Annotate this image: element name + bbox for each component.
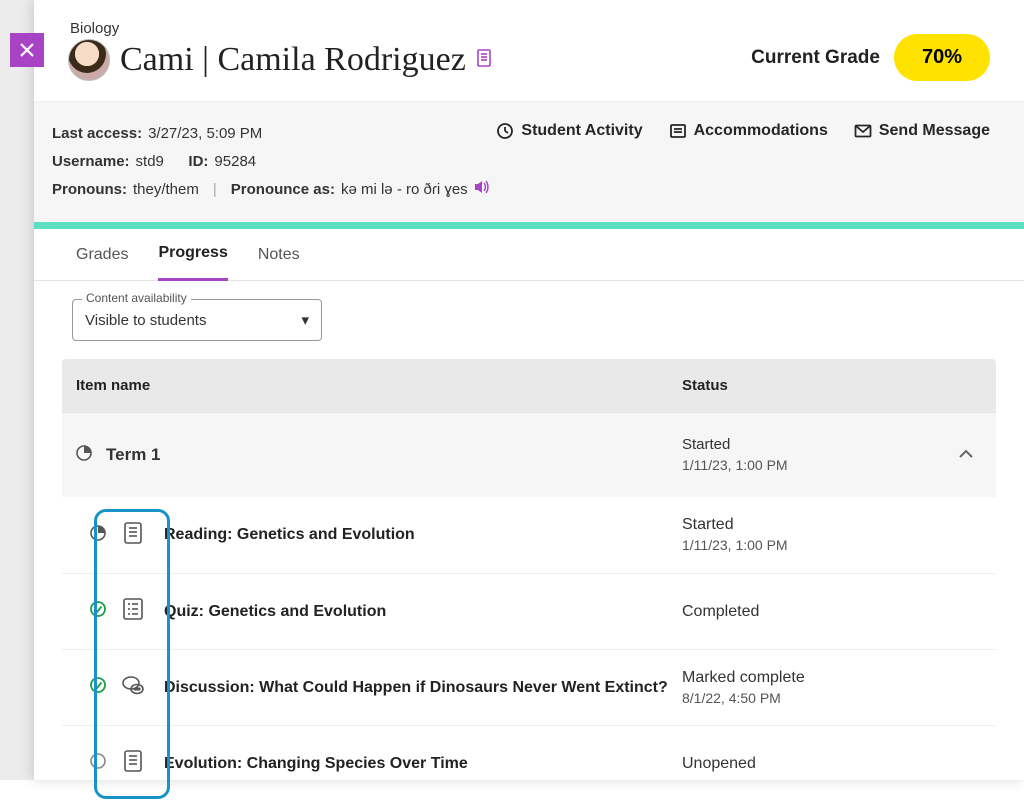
id-label: ID:: [188, 148, 208, 176]
list-item[interactable]: Evolution: Changing Species Over TimeUno…: [62, 725, 996, 801]
grade-value: 70%: [894, 34, 990, 81]
pronounce-label: Pronounce as:: [231, 176, 335, 204]
term-title: Term 1: [106, 445, 682, 465]
list-icon: [669, 122, 687, 140]
item-name: Reading: Genetics and Evolution: [158, 526, 682, 544]
close-button[interactable]: [10, 33, 44, 67]
id-value: 95284: [214, 148, 256, 176]
filter-value: Visible to students: [85, 312, 206, 329]
item-status: Started: [682, 515, 982, 535]
student-activity-label: Student Activity: [521, 122, 642, 140]
pronounce-value: kə mi lə - ro ðɾi ɣes: [341, 176, 468, 204]
document-icon: [120, 520, 146, 551]
document-icon: [120, 748, 146, 779]
send-message-label: Send Message: [879, 122, 990, 140]
term-row[interactable]: Term 1 Started 1/11/23, 1:00 PM: [62, 412, 996, 497]
course-label: Biology: [68, 20, 492, 37]
collapse-toggle[interactable]: [950, 446, 982, 464]
meta-band: Last access: 3/27/23, 5:09 PM Username: …: [34, 101, 1024, 222]
last-access-label: Last access:: [52, 120, 142, 148]
tab-progress[interactable]: Progress: [158, 229, 227, 281]
bookmark-icon: [476, 48, 492, 73]
avatar: [68, 39, 110, 81]
caret-down-icon: ▾: [301, 311, 309, 329]
item-name: Quiz: Genetics and Evolution: [158, 603, 682, 621]
list-item[interactable]: Quiz: Genetics and EvolutionCompleted: [62, 573, 996, 649]
item-name: Discussion: What Could Happen if Dinosau…: [158, 679, 682, 697]
mail-icon: [854, 124, 872, 138]
col-item-name: Item name: [76, 377, 682, 394]
content-availability-select[interactable]: Visible to students ▾: [72, 299, 322, 341]
progress-started-icon: [90, 525, 106, 546]
item-status: Unopened: [682, 754, 982, 774]
username-value: std9: [136, 148, 164, 176]
list-item[interactable]: Reading: Genetics and EvolutionStarted1/…: [62, 497, 996, 573]
pronouns-value: they/them: [133, 176, 199, 204]
student-activity-link[interactable]: Student Activity: [496, 122, 642, 140]
item-status: Marked complete: [682, 668, 982, 688]
clock-icon: [496, 122, 514, 140]
username-label: Username:: [52, 148, 130, 176]
progress-started-icon: [76, 445, 94, 466]
tab-notes[interactable]: Notes: [258, 229, 300, 281]
student-name: Cami | Camila Rodriguez: [120, 41, 466, 79]
item-status-sub: 1/11/23, 1:00 PM: [682, 535, 982, 555]
progress-complete-icon: [90, 601, 106, 622]
term-status-sub: 1/11/23, 1:00 PM: [682, 455, 950, 475]
last-access-value: 3/27/23, 5:09 PM: [148, 120, 262, 148]
accommodations-label: Accommodations: [694, 122, 828, 140]
close-icon: [18, 41, 36, 59]
item-name: Evolution: Changing Species Over Time: [158, 755, 682, 773]
grade-label: Current Grade: [751, 47, 880, 69]
table-header: Item name Status: [62, 359, 996, 412]
list-item[interactable]: Discussion: What Could Happen if Dinosau…: [62, 649, 996, 725]
pronouns-label: Pronouns:: [52, 176, 127, 204]
backdrop-stripe: [0, 0, 34, 780]
filter-legend: Content availability: [82, 291, 191, 305]
quiz-icon: [120, 596, 146, 627]
tabs: Grades Progress Notes: [34, 229, 1024, 281]
filter-row: Content availability Visible to students…: [34, 281, 1024, 359]
send-message-link[interactable]: Send Message: [854, 122, 990, 140]
term-status: Started: [682, 435, 950, 455]
discussion-icon: [120, 672, 146, 703]
progress-complete-icon: [90, 677, 106, 698]
student-panel: Biology Cami | Camila Rodriguez Current …: [34, 0, 1024, 780]
panel-header: Biology Cami | Camila Rodriguez Current …: [34, 0, 1024, 89]
item-status: Completed: [682, 602, 982, 622]
item-status-sub: 8/1/22, 4:50 PM: [682, 688, 982, 708]
speaker-icon[interactable]: [474, 176, 490, 204]
progress-table: Item name Status Term 1 Started 1/11/23,…: [34, 359, 1024, 801]
accommodations-link[interactable]: Accommodations: [669, 122, 828, 140]
chevron-up-icon: [958, 449, 974, 459]
progress-unopened-icon: [90, 753, 106, 774]
col-status: Status: [682, 377, 982, 394]
grade-block: Current Grade 70%: [751, 34, 990, 81]
tab-grades[interactable]: Grades: [76, 229, 128, 281]
